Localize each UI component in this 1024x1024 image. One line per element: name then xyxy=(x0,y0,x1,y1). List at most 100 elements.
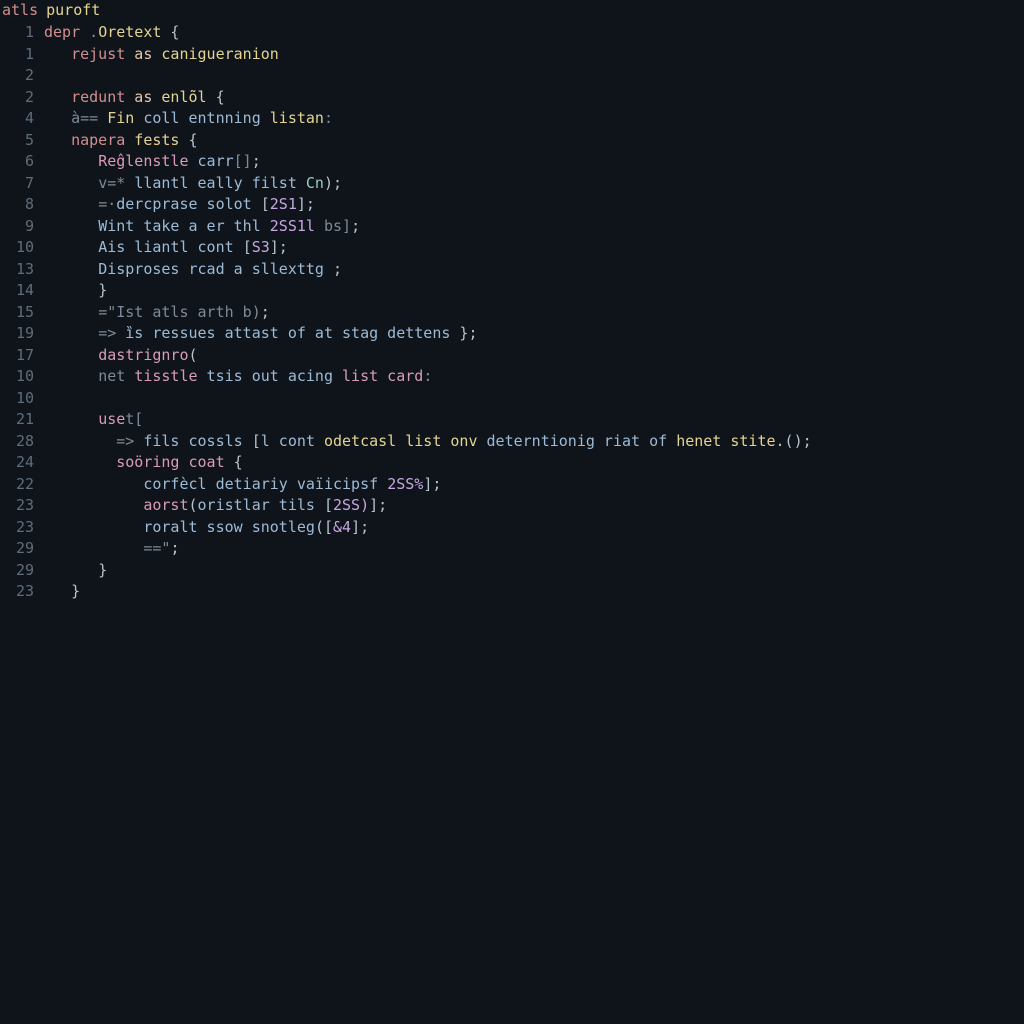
tab-strip: atls puroft xyxy=(0,0,1024,22)
code-line[interactable]: 2 xyxy=(0,65,1024,87)
code-content[interactable]: Wint take a er thl 2SS1l bs]; xyxy=(44,216,1024,238)
code-line[interactable]: 28 => fils cossls [l cont odetcasl list … xyxy=(0,431,1024,453)
code-content[interactable]: aorst(oristlar tils [2SS)]; xyxy=(44,495,1024,517)
code-content[interactable]: =·dercprase solot [2S1]; xyxy=(44,194,1024,216)
code-token: ( xyxy=(189,346,198,364)
code-token: [ xyxy=(261,195,270,213)
code-token xyxy=(44,324,98,342)
code-content[interactable]: Ais liantl cont [S3]; xyxy=(44,237,1024,259)
code-token: ; xyxy=(170,539,179,557)
code-content[interactable]: =="; xyxy=(44,538,1024,560)
code-token: } xyxy=(98,281,107,299)
code-token: Fin xyxy=(107,109,134,127)
code-token: oristlar tils xyxy=(198,496,324,514)
code-line[interactable]: 8 =·dercprase solot [2S1]; xyxy=(0,194,1024,216)
code-content[interactable]: à== Fin coll entnning listan: xyxy=(44,108,1024,130)
code-token: t[ xyxy=(125,410,143,428)
line-number: 10 xyxy=(0,366,44,388)
code-token: tsis out acing xyxy=(198,367,343,385)
code-line[interactable]: 29 =="; xyxy=(0,538,1024,560)
code-token: depr xyxy=(44,23,80,41)
code-token: . xyxy=(80,23,98,41)
code-token: coll entnning xyxy=(134,109,269,127)
code-line[interactable]: 13 Disproses rcad a sllexttg ; xyxy=(0,259,1024,281)
code-token xyxy=(44,561,98,579)
code-line[interactable]: 22 corfècl detiariy vaïicipsf 2SS%]; xyxy=(0,474,1024,496)
code-content[interactable]: ="Ist atls arth b); xyxy=(44,302,1024,324)
code-line[interactable]: 9 Wint take a er thl 2SS1l bs]; xyxy=(0,216,1024,238)
code-content[interactable]: Disproses rcad a sllexttg ; xyxy=(44,259,1024,281)
line-number: 7 xyxy=(0,173,44,195)
code-content[interactable] xyxy=(44,65,1024,87)
code-token: bs] xyxy=(315,217,351,235)
code-content[interactable]: corfècl detiariy vaïicipsf 2SS%]; xyxy=(44,474,1024,496)
code-content[interactable]: => fils cossls [l cont odetcasl list onv… xyxy=(44,431,1024,453)
code-token: list card xyxy=(342,367,423,385)
code-line[interactable]: 1 rejust as canigueranion xyxy=(0,44,1024,66)
code-content[interactable]: soöring coat { xyxy=(44,452,1024,474)
code-content[interactable]: v=* llantl eally filst Cn); xyxy=(44,173,1024,195)
code-token xyxy=(44,174,98,192)
code-line[interactable]: 4 à== Fin coll entnning listan: xyxy=(0,108,1024,130)
tab-right[interactable]: puroft xyxy=(46,0,100,22)
code-content[interactable] xyxy=(44,388,1024,410)
code-content[interactable]: => ȉs ressues attast of at stag dettens … xyxy=(44,323,1024,345)
code-line[interactable]: 7 v=* llantl eally filst Cn); xyxy=(0,173,1024,195)
code-token: as xyxy=(125,45,161,63)
code-content[interactable]: } xyxy=(44,581,1024,603)
line-number: 29 xyxy=(0,560,44,582)
code-token: carr xyxy=(189,152,234,170)
code-token: ; xyxy=(261,303,270,321)
code-line[interactable]: 2 redunt as enlõl { xyxy=(0,87,1024,109)
tab-left[interactable]: atls xyxy=(2,0,38,22)
code-line[interactable]: 1depr .Oretext { xyxy=(0,22,1024,44)
code-line[interactable]: 15 ="Ist atls arth b); xyxy=(0,302,1024,324)
code-line[interactable]: 23 aorst(oristlar tils [2SS)]; xyxy=(0,495,1024,517)
code-line[interactable]: 10 Ais liantl cont [S3]; xyxy=(0,237,1024,259)
code-line[interactable]: 5 napera fests { xyxy=(0,130,1024,152)
code-content[interactable]: redunt as enlõl { xyxy=(44,87,1024,109)
code-token: &4 xyxy=(333,518,351,536)
line-number: 23 xyxy=(0,517,44,539)
code-content[interactable]: } xyxy=(44,560,1024,582)
code-line[interactable]: 23 roralt ssow snotleg([&4]; xyxy=(0,517,1024,539)
code-line[interactable]: 6 Reĝlenstle carr[]; xyxy=(0,151,1024,173)
code-line[interactable]: 23 } xyxy=(0,581,1024,603)
code-token xyxy=(44,582,71,600)
line-number: 14 xyxy=(0,280,44,302)
code-token: Oretext xyxy=(98,23,161,41)
code-token: [] xyxy=(234,152,252,170)
code-content[interactable]: Reĝlenstle carr[]; xyxy=(44,151,1024,173)
code-token: Reĝlenstle xyxy=(98,152,188,170)
code-line[interactable]: 21 uset[ xyxy=(0,409,1024,431)
code-line[interactable]: 10 net tisstle tsis out acing list card: xyxy=(0,366,1024,388)
code-token: ==" xyxy=(143,539,170,557)
code-content[interactable]: napera fests { xyxy=(44,130,1024,152)
code-line[interactable]: 24 soöring coat { xyxy=(0,452,1024,474)
code-editor[interactable]: 1depr .Oretext {1 rejust as canigueranio… xyxy=(0,22,1024,603)
code-token: dercprase solot xyxy=(116,195,261,213)
code-token: { xyxy=(225,453,243,471)
code-content[interactable]: rejust as canigueranion xyxy=(44,44,1024,66)
code-content[interactable]: } xyxy=(44,280,1024,302)
line-number: 24 xyxy=(0,452,44,474)
code-content[interactable]: dastrignro( xyxy=(44,345,1024,367)
code-line[interactable]: 29 } xyxy=(0,560,1024,582)
code-line[interactable]: 17 dastrignro( xyxy=(0,345,1024,367)
code-token xyxy=(44,367,98,385)
code-line[interactable]: 14 } xyxy=(0,280,1024,302)
code-token xyxy=(44,475,143,493)
code-content[interactable]: net tisstle tsis out acing list card: xyxy=(44,366,1024,388)
code-token: => xyxy=(116,432,143,450)
code-token: { xyxy=(179,131,197,149)
line-number: 5 xyxy=(0,130,44,152)
code-content[interactable]: uset[ xyxy=(44,409,1024,431)
code-token: { xyxy=(161,23,179,41)
code-token: listan xyxy=(270,109,324,127)
code-token: enlõl xyxy=(161,88,206,106)
code-line[interactable]: 10 xyxy=(0,388,1024,410)
code-content[interactable]: roralt ssow snotleg([&4]; xyxy=(44,517,1024,539)
line-number: 10 xyxy=(0,237,44,259)
code-line[interactable]: 19 => ȉs ressues attast of at stag dette… xyxy=(0,323,1024,345)
code-content[interactable]: depr .Oretext { xyxy=(44,22,1024,44)
